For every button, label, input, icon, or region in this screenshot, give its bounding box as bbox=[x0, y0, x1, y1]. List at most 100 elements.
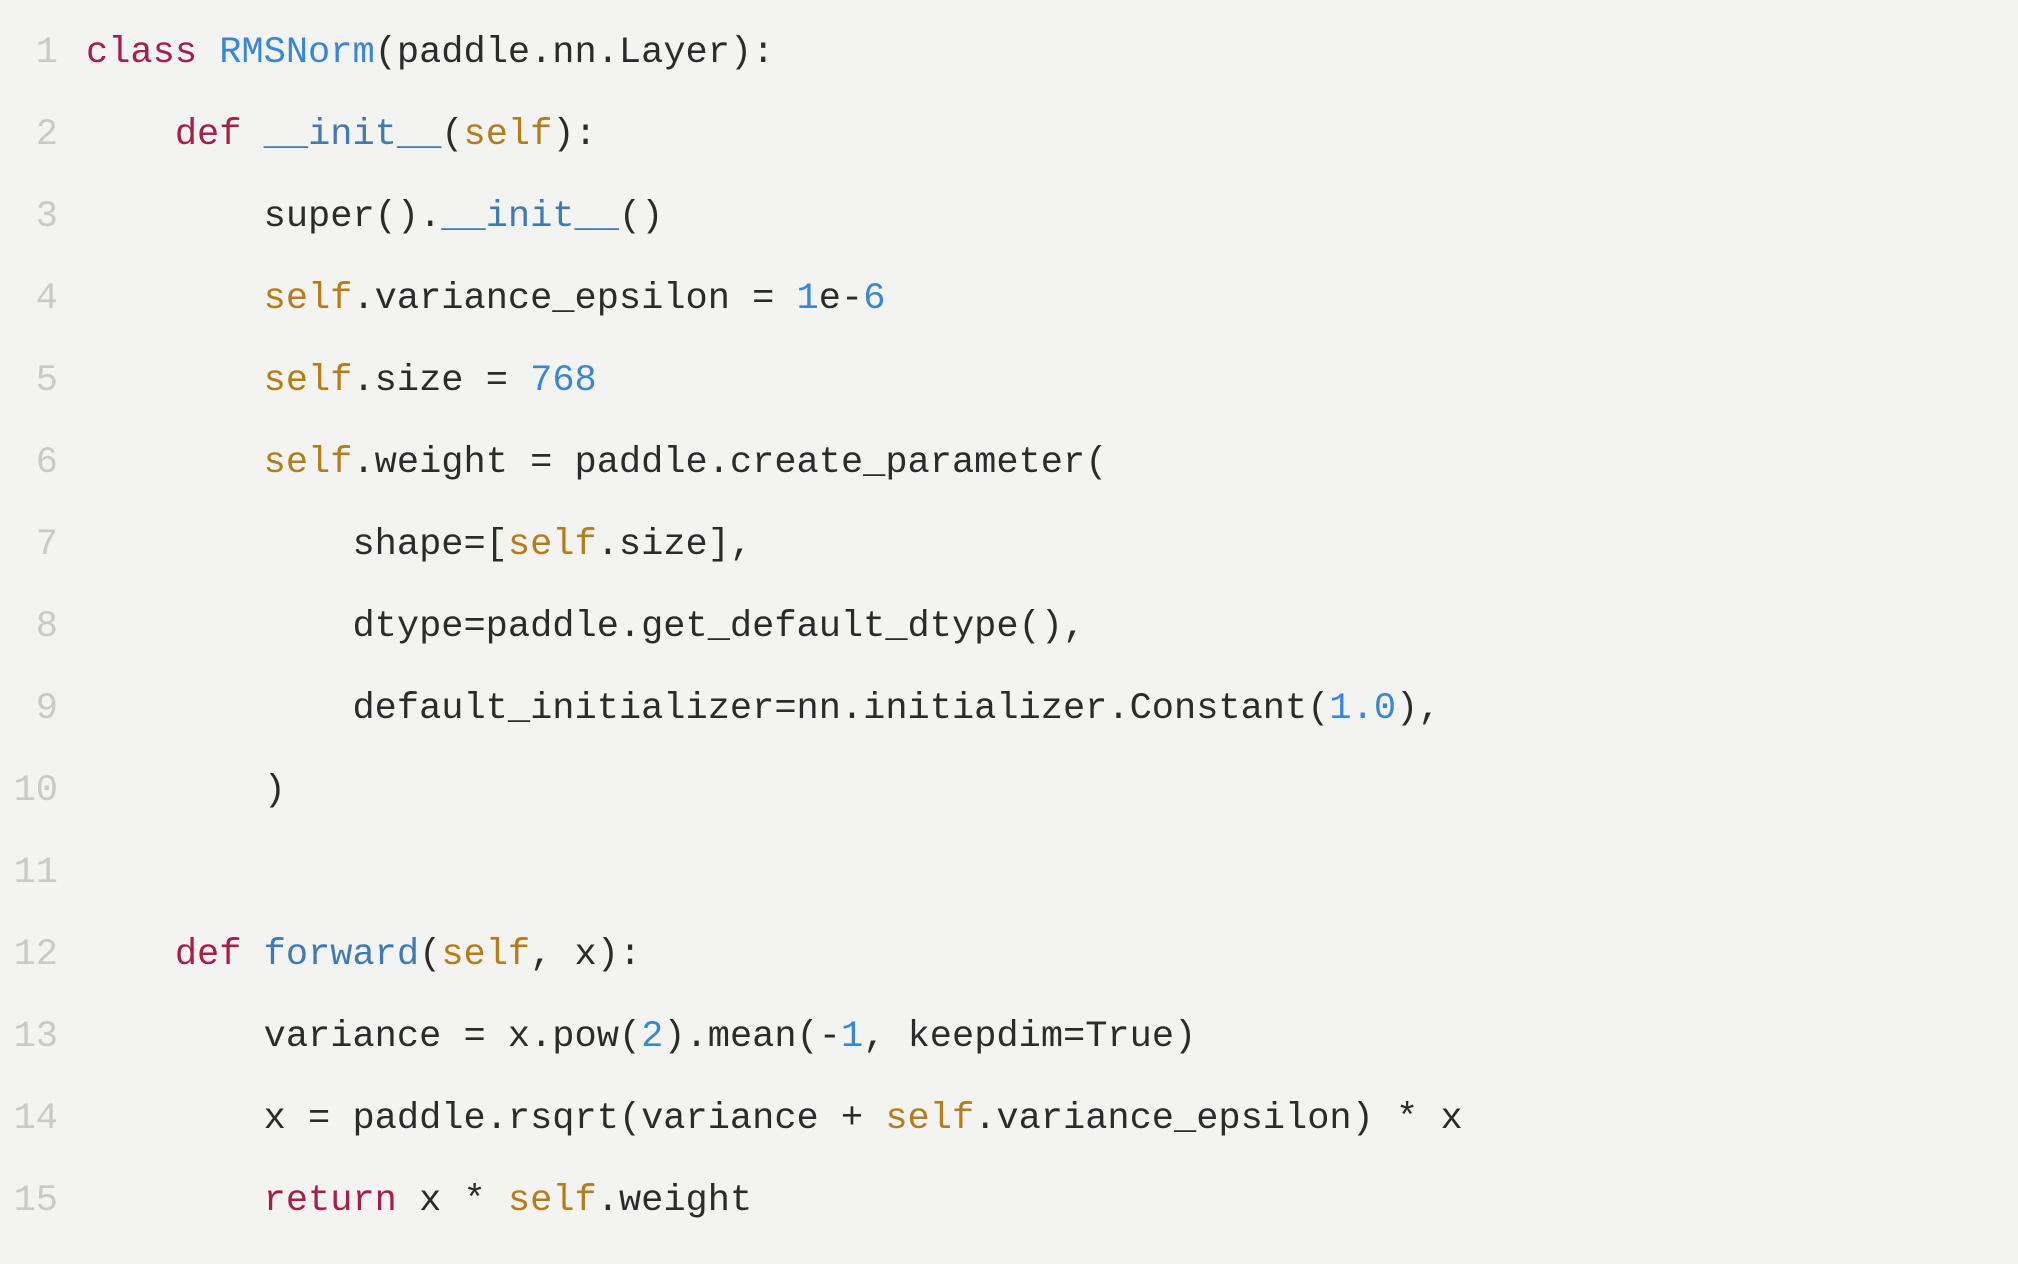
line-number: 13 bbox=[0, 996, 86, 1078]
indent bbox=[86, 114, 175, 156]
line-content: def __init__(self): bbox=[86, 94, 2018, 176]
token-self: self bbox=[508, 1180, 597, 1222]
line-number: 11 bbox=[0, 832, 86, 914]
line-content: ) bbox=[86, 750, 2018, 832]
code-line: 11 bbox=[0, 832, 2018, 914]
line-content: self.weight = paddle.create_parameter( bbox=[86, 422, 2018, 504]
token-self: self bbox=[264, 442, 353, 484]
line-content: class RMSNorm(paddle.nn.Layer): bbox=[86, 12, 2018, 94]
code-line: 10 ) bbox=[0, 750, 2018, 832]
line-number: 9 bbox=[0, 668, 86, 750]
token-self: self bbox=[885, 1098, 974, 1140]
token-kw: class bbox=[86, 32, 219, 74]
line-content: self.variance_epsilon = 1e-6 bbox=[86, 258, 2018, 340]
line-content: return x * self.weight bbox=[86, 1160, 2018, 1242]
token-num: 2 bbox=[641, 1016, 663, 1058]
indent bbox=[86, 524, 352, 566]
token-plain: ( bbox=[419, 934, 441, 976]
token-kw: def bbox=[175, 114, 264, 156]
code-line: 4 self.variance_epsilon = 1e-6 bbox=[0, 258, 2018, 340]
code-line: 14 x = paddle.rsqrt(variance + self.vari… bbox=[0, 1078, 2018, 1160]
token-plain: default_initializer=nn.initializer.Const… bbox=[352, 688, 1329, 730]
token-fn: __init__ bbox=[441, 196, 619, 238]
line-number: 6 bbox=[0, 422, 86, 504]
token-plain: x * bbox=[397, 1180, 508, 1222]
token-plain: .weight bbox=[597, 1180, 752, 1222]
token-fn: __init__ bbox=[264, 114, 442, 156]
token-num: 1 bbox=[841, 1016, 863, 1058]
token-num: 6 bbox=[863, 278, 885, 320]
indent bbox=[86, 1016, 264, 1058]
token-plain: .size = bbox=[352, 360, 530, 402]
code-line: 13 variance = x.pow(2).mean(-1, keepdim=… bbox=[0, 996, 2018, 1078]
code-line: 3 super().__init__() bbox=[0, 176, 2018, 258]
indent bbox=[86, 688, 352, 730]
token-plain: ) bbox=[264, 770, 286, 812]
token-self: self bbox=[464, 114, 553, 156]
indent bbox=[86, 360, 264, 402]
token-plain: .variance_epsilon) * x bbox=[974, 1098, 1462, 1140]
token-cls: RMSNorm bbox=[219, 32, 374, 74]
token-kw: return bbox=[264, 1180, 397, 1222]
token-plain: (paddle.nn.Layer): bbox=[375, 32, 775, 74]
line-number: 15 bbox=[0, 1160, 86, 1242]
code-line: 15 return x * self.weight bbox=[0, 1160, 2018, 1242]
line-content: x = paddle.rsqrt(variance + self.varianc… bbox=[86, 1078, 2018, 1160]
line-content: shape=[self.size], bbox=[86, 504, 2018, 586]
indent bbox=[86, 606, 352, 648]
line-content: variance = x.pow(2).mean(-1, keepdim=Tru… bbox=[86, 996, 2018, 1078]
token-plain: , keepdim=True) bbox=[863, 1016, 1196, 1058]
code-line: 8 dtype=paddle.get_default_dtype(), bbox=[0, 586, 2018, 668]
token-plain: , x): bbox=[530, 934, 641, 976]
token-plain: () bbox=[619, 196, 663, 238]
code-line: 9 default_initializer=nn.initializer.Con… bbox=[0, 668, 2018, 750]
token-plain: variance = x.pow( bbox=[264, 1016, 641, 1058]
line-number: 3 bbox=[0, 176, 86, 258]
line-number: 4 bbox=[0, 258, 86, 340]
token-plain: shape=[ bbox=[352, 524, 507, 566]
token-self: self bbox=[508, 524, 597, 566]
line-content: dtype=paddle.get_default_dtype(), bbox=[86, 586, 2018, 668]
token-num: 768 bbox=[530, 360, 597, 402]
token-kw: def bbox=[175, 934, 264, 976]
line-number: 12 bbox=[0, 914, 86, 996]
indent bbox=[86, 1098, 264, 1140]
token-num: 1 bbox=[797, 278, 819, 320]
line-number: 14 bbox=[0, 1078, 86, 1160]
token-plain: x = paddle.rsqrt(variance + bbox=[264, 1098, 886, 1140]
code-line: 2 def __init__(self): bbox=[0, 94, 2018, 176]
token-plain: super(). bbox=[264, 196, 442, 238]
line-content: default_initializer=nn.initializer.Const… bbox=[86, 668, 2018, 750]
token-self: self bbox=[264, 360, 353, 402]
token-self: self bbox=[441, 934, 530, 976]
line-number: 7 bbox=[0, 504, 86, 586]
indent bbox=[86, 278, 264, 320]
line-number: 5 bbox=[0, 340, 86, 422]
code-line: 5 self.size = 768 bbox=[0, 340, 2018, 422]
token-plain: .variance_epsilon = bbox=[352, 278, 796, 320]
line-content: super().__init__() bbox=[86, 176, 2018, 258]
token-plain: ): bbox=[552, 114, 596, 156]
token-num: 1.0 bbox=[1329, 688, 1396, 730]
indent bbox=[86, 934, 175, 976]
line-number: 8 bbox=[0, 586, 86, 668]
token-plain: .size], bbox=[597, 524, 752, 566]
token-plain: ), bbox=[1396, 688, 1440, 730]
indent bbox=[86, 196, 264, 238]
line-content: def forward(self, x): bbox=[86, 914, 2018, 996]
token-fn: forward bbox=[264, 934, 419, 976]
token-plain: e- bbox=[819, 278, 863, 320]
token-plain: dtype=paddle.get_default_dtype(), bbox=[352, 606, 1085, 648]
line-number: 2 bbox=[0, 94, 86, 176]
token-plain: ).mean(- bbox=[663, 1016, 841, 1058]
token-plain: .weight = paddle.create_parameter( bbox=[352, 442, 1107, 484]
code-line: 6 self.weight = paddle.create_parameter( bbox=[0, 422, 2018, 504]
code-line: 7 shape=[self.size], bbox=[0, 504, 2018, 586]
indent bbox=[86, 442, 264, 484]
line-number: 1 bbox=[0, 12, 86, 94]
code-block: 1class RMSNorm(paddle.nn.Layer):2 def __… bbox=[0, 0, 2018, 1242]
line-number: 10 bbox=[0, 750, 86, 832]
code-line: 1class RMSNorm(paddle.nn.Layer): bbox=[0, 12, 2018, 94]
token-plain: ( bbox=[441, 114, 463, 156]
token-self: self bbox=[264, 278, 353, 320]
